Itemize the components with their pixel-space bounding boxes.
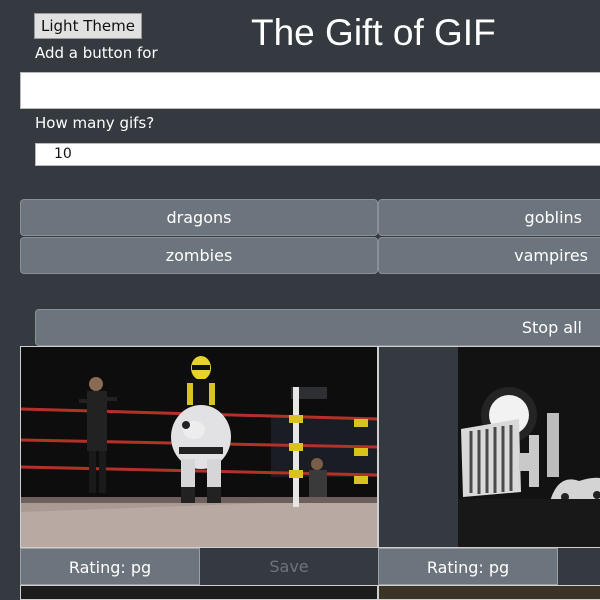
rating-label: Rating: pg [20,548,200,585]
save-button[interactable] [558,548,600,585]
spooky-gif-graphic [458,347,600,547]
theme-toggle-button[interactable]: Light Theme [34,13,142,39]
gif-image[interactable] [378,346,600,548]
topic-button-goblins[interactable]: goblins [378,199,600,236]
wrestling-gif-graphic [21,347,377,547]
topic-button-vampires[interactable]: vampires [378,237,600,274]
stop-all-button[interactable]: Stop all [35,309,600,346]
gif-count-input[interactable]: 10 [35,143,600,166]
save-button[interactable]: Save [200,548,378,585]
topic-button-zombies[interactable]: zombies [20,237,378,274]
gif-image[interactable] [20,346,378,548]
rating-label: Rating: pg [378,548,558,585]
page-title: The Gift of GIF [251,12,496,53]
gif-image[interactable] [378,585,600,600]
topic-button-dragons[interactable]: dragons [20,199,378,236]
gif-image[interactable] [20,585,378,600]
add-button-label: Add a button for [35,44,158,62]
gif-count-label: How many gifs? [35,114,155,132]
topic-input[interactable] [20,72,600,109]
